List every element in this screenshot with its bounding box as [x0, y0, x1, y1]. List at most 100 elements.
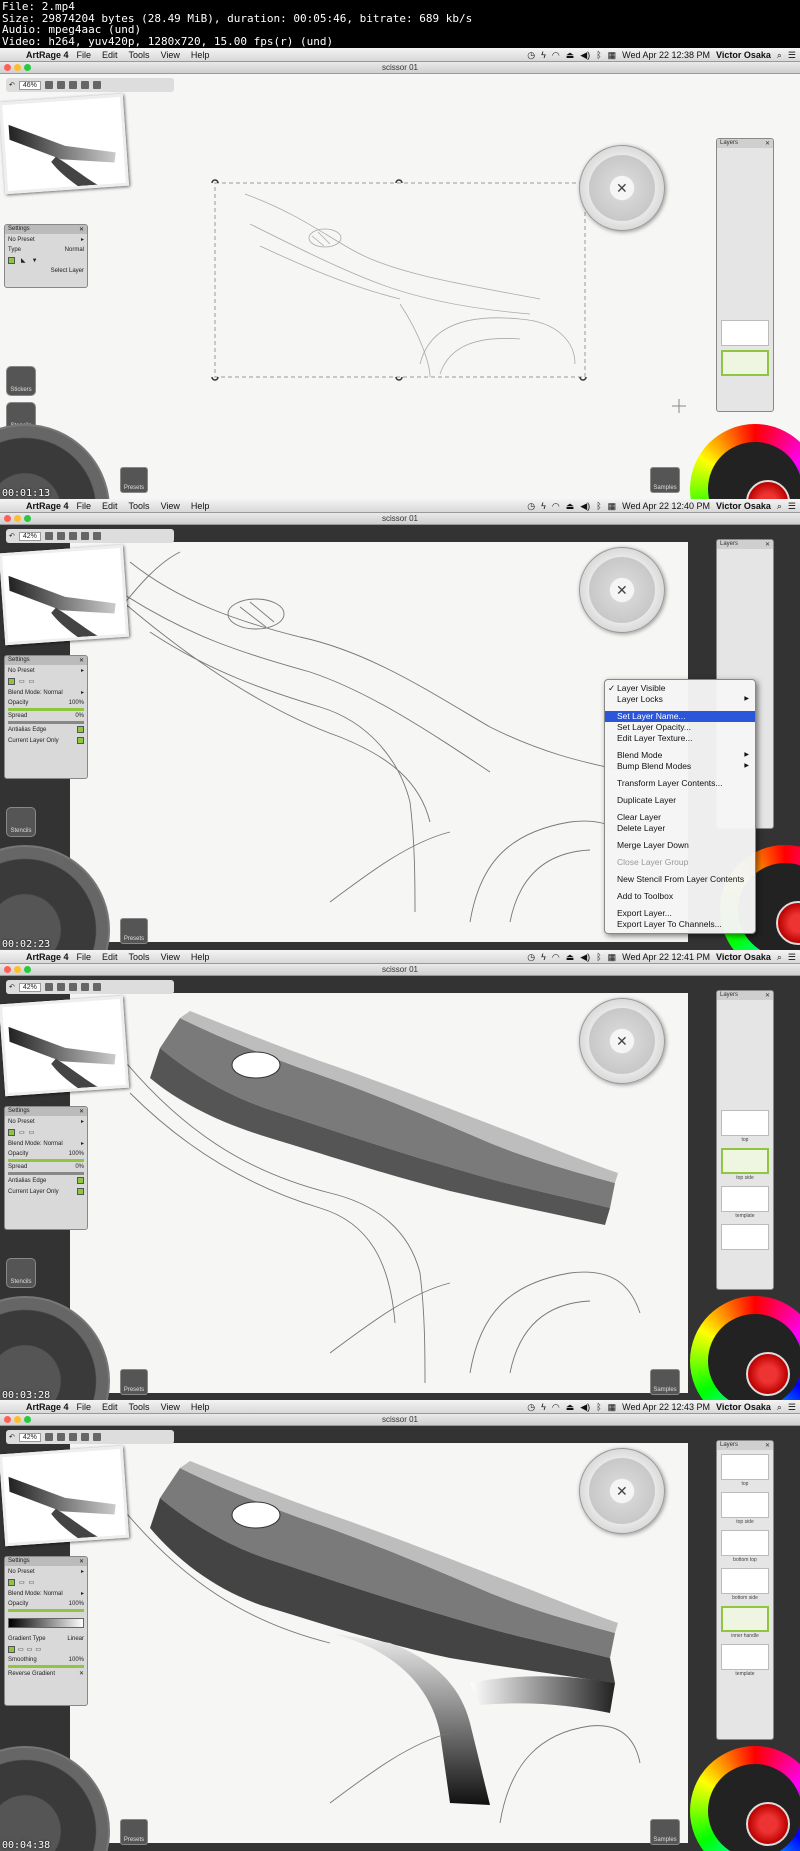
zoom-button[interactable] — [24, 515, 31, 522]
gradient-diamond-button[interactable]: ▭ — [35, 1646, 41, 1653]
app-menu[interactable]: ArtRage 4 — [26, 952, 69, 962]
menu-view[interactable]: View — [161, 501, 180, 511]
zoom-field[interactable]: 46% — [18, 80, 41, 90]
bluetooth-icon[interactable]: ᛒ — [596, 501, 601, 511]
download-icon[interactable] — [68, 983, 77, 991]
menubar-clock[interactable]: Wed Apr 22 12:38 PM — [622, 50, 710, 60]
menu-file[interactable]: File — [77, 501, 92, 511]
fullscreen-icon[interactable] — [92, 1433, 101, 1441]
layer-thumb-selected[interactable] — [721, 350, 769, 376]
close-button[interactable] — [4, 64, 11, 71]
antialias-checkbox[interactable] — [77, 1177, 84, 1184]
wifi-icon[interactable]: ◠ — [552, 501, 560, 512]
grid-icon[interactable] — [56, 1433, 65, 1441]
context-menu-item[interactable]: Duplicate Layer — [605, 795, 755, 806]
zoom-button[interactable] — [24, 64, 31, 71]
chevron-right-icon[interactable]: ▸ — [81, 1568, 84, 1575]
close-button[interactable] — [4, 1416, 11, 1423]
context-menu-item[interactable]: Layer Locks ▶ — [605, 694, 755, 705]
flag-icon[interactable]: ▦ — [608, 50, 617, 61]
current-layer-checkbox[interactable] — [77, 1188, 84, 1195]
spread-slider[interactable] — [8, 1172, 84, 1175]
gradient-radial-button[interactable]: ▭ — [18, 1646, 24, 1653]
context-menu-item[interactable]: Bump Blend Modes ▶ — [605, 761, 755, 772]
spread-value[interactable]: 0% — [75, 1164, 84, 1170]
download-icon[interactable] — [68, 1433, 77, 1441]
context-menu-item[interactable]: Export Layer To Channels... — [605, 919, 755, 930]
gradient-type-value[interactable]: Linear — [67, 1636, 84, 1642]
spotlight-icon[interactable]: ⌕ — [777, 501, 782, 512]
menu-edit[interactable]: Edit — [102, 1402, 118, 1412]
menu-file[interactable]: File — [77, 952, 92, 962]
blend-mode-select[interactable]: Blend Mode: Normal — [8, 690, 63, 696]
fullscreen-icon[interactable] — [92, 532, 101, 540]
undo-icon[interactable]: ↶ — [9, 532, 15, 540]
presets-button[interactable]: Presets — [120, 467, 148, 493]
layer-thumb[interactable] — [721, 1186, 769, 1212]
spread-value[interactable]: 0% — [75, 713, 84, 719]
layer-thumb[interactable] — [721, 1530, 769, 1556]
context-menu-item[interactable]: Blend Mode ▶ — [605, 750, 755, 761]
volume-icon[interactable]: ◀) — [580, 50, 590, 61]
close-icon[interactable]: ✕ — [765, 140, 770, 147]
fill-mode-3[interactable]: ▭ — [29, 1579, 35, 1586]
eject-icon[interactable]: ⏏ — [566, 50, 575, 61]
close-icon[interactable]: ✕ — [79, 1558, 84, 1565]
notification-icon[interactable]: ☰ — [788, 1402, 796, 1413]
fill-mode-1[interactable] — [8, 678, 15, 685]
stencils-button[interactable]: Stencils — [6, 1258, 36, 1288]
redo-icon[interactable] — [44, 81, 53, 89]
clock-icon[interactable]: ◷ — [527, 501, 535, 512]
select-mode-lasso[interactable]: ◣ — [21, 257, 26, 264]
presets-button[interactable]: Presets — [120, 918, 148, 944]
context-menu-item[interactable]: Set Layer Name... — [605, 711, 755, 722]
reference-image[interactable] — [0, 995, 130, 1097]
menu-view[interactable]: View — [161, 1402, 180, 1412]
context-menu-item[interactable]: Transform Layer Contents... — [605, 778, 755, 789]
bluetooth-icon[interactable]: ᛒ — [596, 50, 601, 60]
blend-mode-select[interactable]: Blend Mode: Normal — [8, 1591, 63, 1597]
zoom-button[interactable] — [24, 1416, 31, 1423]
menubar-user[interactable]: Victor Osaka — [716, 1402, 771, 1412]
zoom-field[interactable]: 42% — [18, 531, 41, 541]
context-menu-item[interactable]: New Stencil From Layer Contents — [605, 874, 755, 885]
layer-thumb-selected[interactable] — [721, 1606, 769, 1632]
chevron-right-icon[interactable]: ▸ — [81, 236, 84, 243]
select-mode-poly[interactable]: ▼ — [32, 258, 38, 264]
reset-icon[interactable]: ✕ — [616, 1033, 628, 1050]
eject-icon[interactable]: ⏏ — [566, 1402, 575, 1413]
redo-icon[interactable] — [44, 983, 53, 991]
color-picker-wheel[interactable] — [690, 1746, 800, 1851]
current-color-swatch[interactable] — [776, 901, 800, 945]
close-icon[interactable]: ✕ — [765, 992, 770, 999]
fill-mode-2[interactable]: ▭ — [19, 1129, 25, 1136]
notification-icon[interactable]: ☰ — [788, 50, 796, 61]
reset-icon[interactable]: ✕ — [616, 180, 628, 197]
layer-thumb[interactable] — [721, 1224, 769, 1250]
context-menu-item[interactable]: Export Layer... — [605, 908, 755, 919]
grid-icon[interactable] — [56, 81, 65, 89]
eject-icon[interactable]: ⏏ — [566, 501, 575, 512]
flag-icon[interactable]: ▦ — [608, 501, 617, 512]
menu-help[interactable]: Help — [191, 952, 210, 962]
minimize-button[interactable] — [14, 1416, 21, 1423]
app-menu[interactable]: ArtRage 4 — [26, 50, 69, 60]
context-menu-item[interactable]: Delete Layer — [605, 823, 755, 834]
menubar-clock[interactable]: Wed Apr 22 12:40 PM — [622, 501, 710, 511]
context-menu-item[interactable]: ✓ Layer Visible — [605, 683, 755, 694]
expand-icon[interactable] — [80, 81, 89, 89]
stencils-button[interactable]: Stencils — [6, 807, 36, 837]
opacity-value[interactable]: 100% — [69, 700, 84, 706]
download-icon[interactable] — [68, 532, 77, 540]
layer-thumb[interactable] — [721, 1568, 769, 1594]
clock-icon[interactable]: ◷ — [527, 50, 535, 61]
gradient-preview[interactable] — [8, 1618, 84, 1628]
bluetooth-icon[interactable]: ᛒ — [596, 1402, 601, 1412]
menu-file[interactable]: File — [77, 50, 92, 60]
fill-mode-1[interactable] — [8, 1129, 15, 1136]
menubar-user[interactable]: Victor Osaka — [716, 50, 771, 60]
preset-select[interactable]: No Preset — [8, 1119, 35, 1125]
volume-icon[interactable]: ◀) — [580, 501, 590, 512]
menu-file[interactable]: File — [77, 1402, 92, 1412]
menu-edit[interactable]: Edit — [102, 952, 118, 962]
